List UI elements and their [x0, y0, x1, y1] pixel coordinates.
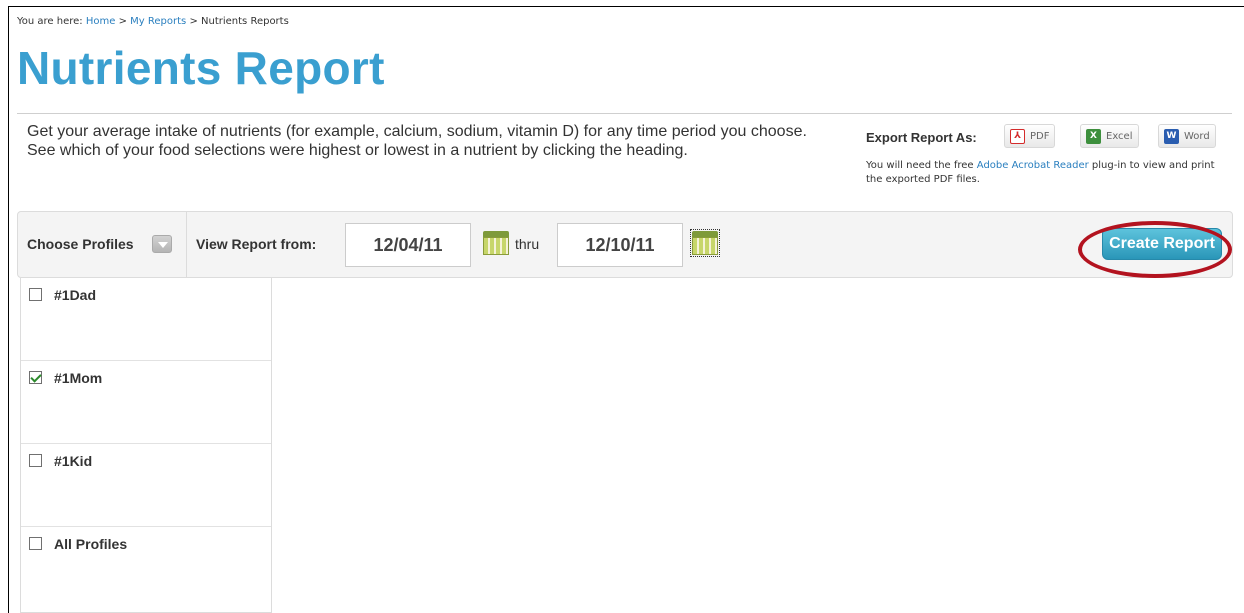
export-label: Export Report As: [866, 130, 977, 145]
calendar-icon[interactable] [483, 231, 509, 255]
breadcrumb-prefix: You are here: [17, 16, 83, 27]
word-icon: W [1164, 128, 1179, 144]
export-excel-label: Excel [1106, 130, 1133, 142]
profile-item[interactable]: All Profiles [21, 527, 271, 610]
toolbar-separator [186, 212, 187, 277]
date-from-input[interactable]: 12/04/11 [345, 223, 471, 267]
profile-checkbox[interactable] [29, 537, 42, 550]
profile-item[interactable]: #1Kid [21, 444, 271, 527]
profiles-panel: #1Dad #1Mom #1Kid All Profiles [20, 278, 272, 613]
profile-label: #1Dad [54, 287, 97, 303]
profile-checkbox[interactable] [29, 371, 42, 384]
breadcrumb: You are here: Home > My Reports > Nutrie… [17, 16, 289, 27]
export-excel-button[interactable]: X Excel [1080, 124, 1139, 148]
profile-label: #1Kid [54, 453, 93, 469]
breadcrumb-current: Nutrients Reports [201, 16, 289, 27]
profile-label: All Profiles [54, 536, 128, 552]
page-title: Nutrients Report [17, 42, 385, 94]
export-word-label: Word [1184, 130, 1210, 142]
date-to-input[interactable]: 12/10/11 [557, 223, 683, 267]
thru-label: thru [515, 236, 540, 252]
profile-item[interactable]: #1Dad [21, 278, 271, 361]
acrobat-reader-link[interactable]: Adobe Acrobat Reader [977, 160, 1089, 171]
export-pdf-label: PDF [1030, 130, 1050, 142]
breadcrumb-separator: > [189, 16, 198, 27]
excel-icon: X [1086, 128, 1101, 144]
profile-checkbox[interactable] [29, 288, 42, 301]
pdf-icon: ⅄ [1010, 128, 1025, 144]
view-report-from-label: View Report from: [196, 236, 317, 252]
choose-profiles-label[interactable]: Choose Profiles [27, 236, 134, 252]
breadcrumb-home-link[interactable]: Home [86, 16, 116, 27]
export-word-button[interactable]: W Word [1158, 124, 1216, 148]
export-note-text: You will need the free [866, 160, 974, 171]
chevron-down-icon[interactable] [152, 235, 172, 253]
profile-label: #1Mom [54, 370, 103, 386]
title-divider [17, 113, 1232, 114]
breadcrumb-my-reports-link[interactable]: My Reports [130, 16, 186, 27]
breadcrumb-separator: > [118, 16, 127, 27]
report-toolbar: Choose Profiles View Report from: 12/04/… [17, 211, 1233, 278]
calendar-icon[interactable] [690, 229, 720, 257]
profile-item[interactable]: #1Mom [21, 361, 271, 444]
export-note: You will need the free Adobe Acrobat Rea… [866, 159, 1226, 187]
intro-text: Get your average intake of nutrients (fo… [27, 123, 807, 159]
export-pdf-button[interactable]: ⅄ PDF [1004, 124, 1056, 148]
create-report-button[interactable]: Create Report [1102, 228, 1222, 260]
profile-checkbox[interactable] [29, 454, 42, 467]
